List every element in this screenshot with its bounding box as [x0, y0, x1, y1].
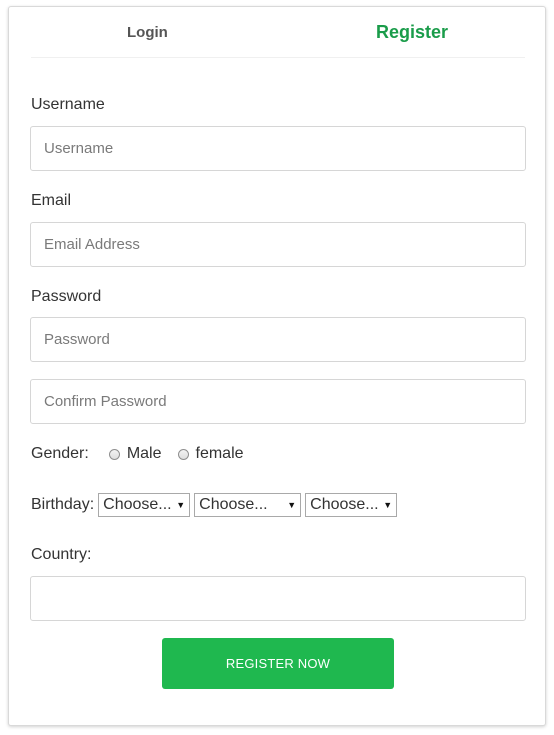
birthday-row: Birthday: Choose... ▼ Choose... ▼ Choose… — [31, 492, 401, 518]
gender-male-label[interactable]: Male — [127, 445, 162, 463]
password-input[interactable] — [30, 317, 526, 362]
register-card: Login Register Username Email Password G… — [8, 6, 546, 726]
password-label: Password — [31, 288, 102, 305]
email-label: Email — [31, 192, 72, 209]
birthday-month-value: Choose... — [199, 496, 268, 513]
dropdown-arrow-icon: ▼ — [287, 500, 297, 510]
username-label: Username — [31, 96, 105, 113]
birthday-year-value: Choose... — [310, 496, 379, 513]
gender-label: Gender: — [31, 445, 89, 462]
confirm-password-input[interactable] — [30, 379, 526, 424]
dropdown-arrow-icon: ▼ — [383, 500, 393, 510]
gender-male-radio[interactable] — [108, 448, 120, 460]
auth-tabs: Login Register — [31, 7, 525, 58]
country-input[interactable] — [30, 576, 526, 621]
birthday-label: Birthday: — [31, 496, 95, 513]
gender-female-label[interactable]: female — [196, 445, 244, 463]
gender-female-radio[interactable] — [177, 448, 189, 460]
tab-register[interactable]: Register — [376, 22, 448, 43]
birthday-month-select[interactable]: Choose... ▼ — [194, 493, 302, 517]
dropdown-arrow-icon: ▼ — [176, 500, 186, 510]
country-label: Country: — [31, 546, 92, 563]
birthday-day-value: Choose... — [103, 496, 172, 513]
birthday-year-select[interactable]: Choose... ▼ — [305, 493, 398, 517]
register-now-button[interactable]: REGISTER NOW — [162, 638, 394, 689]
birthday-day-select[interactable]: Choose... ▼ — [98, 493, 191, 517]
gender-row: Gender: Male female — [31, 444, 260, 464]
username-input[interactable] — [30, 126, 526, 171]
tab-login[interactable]: Login — [127, 24, 168, 41]
email-input[interactable] — [30, 222, 526, 267]
